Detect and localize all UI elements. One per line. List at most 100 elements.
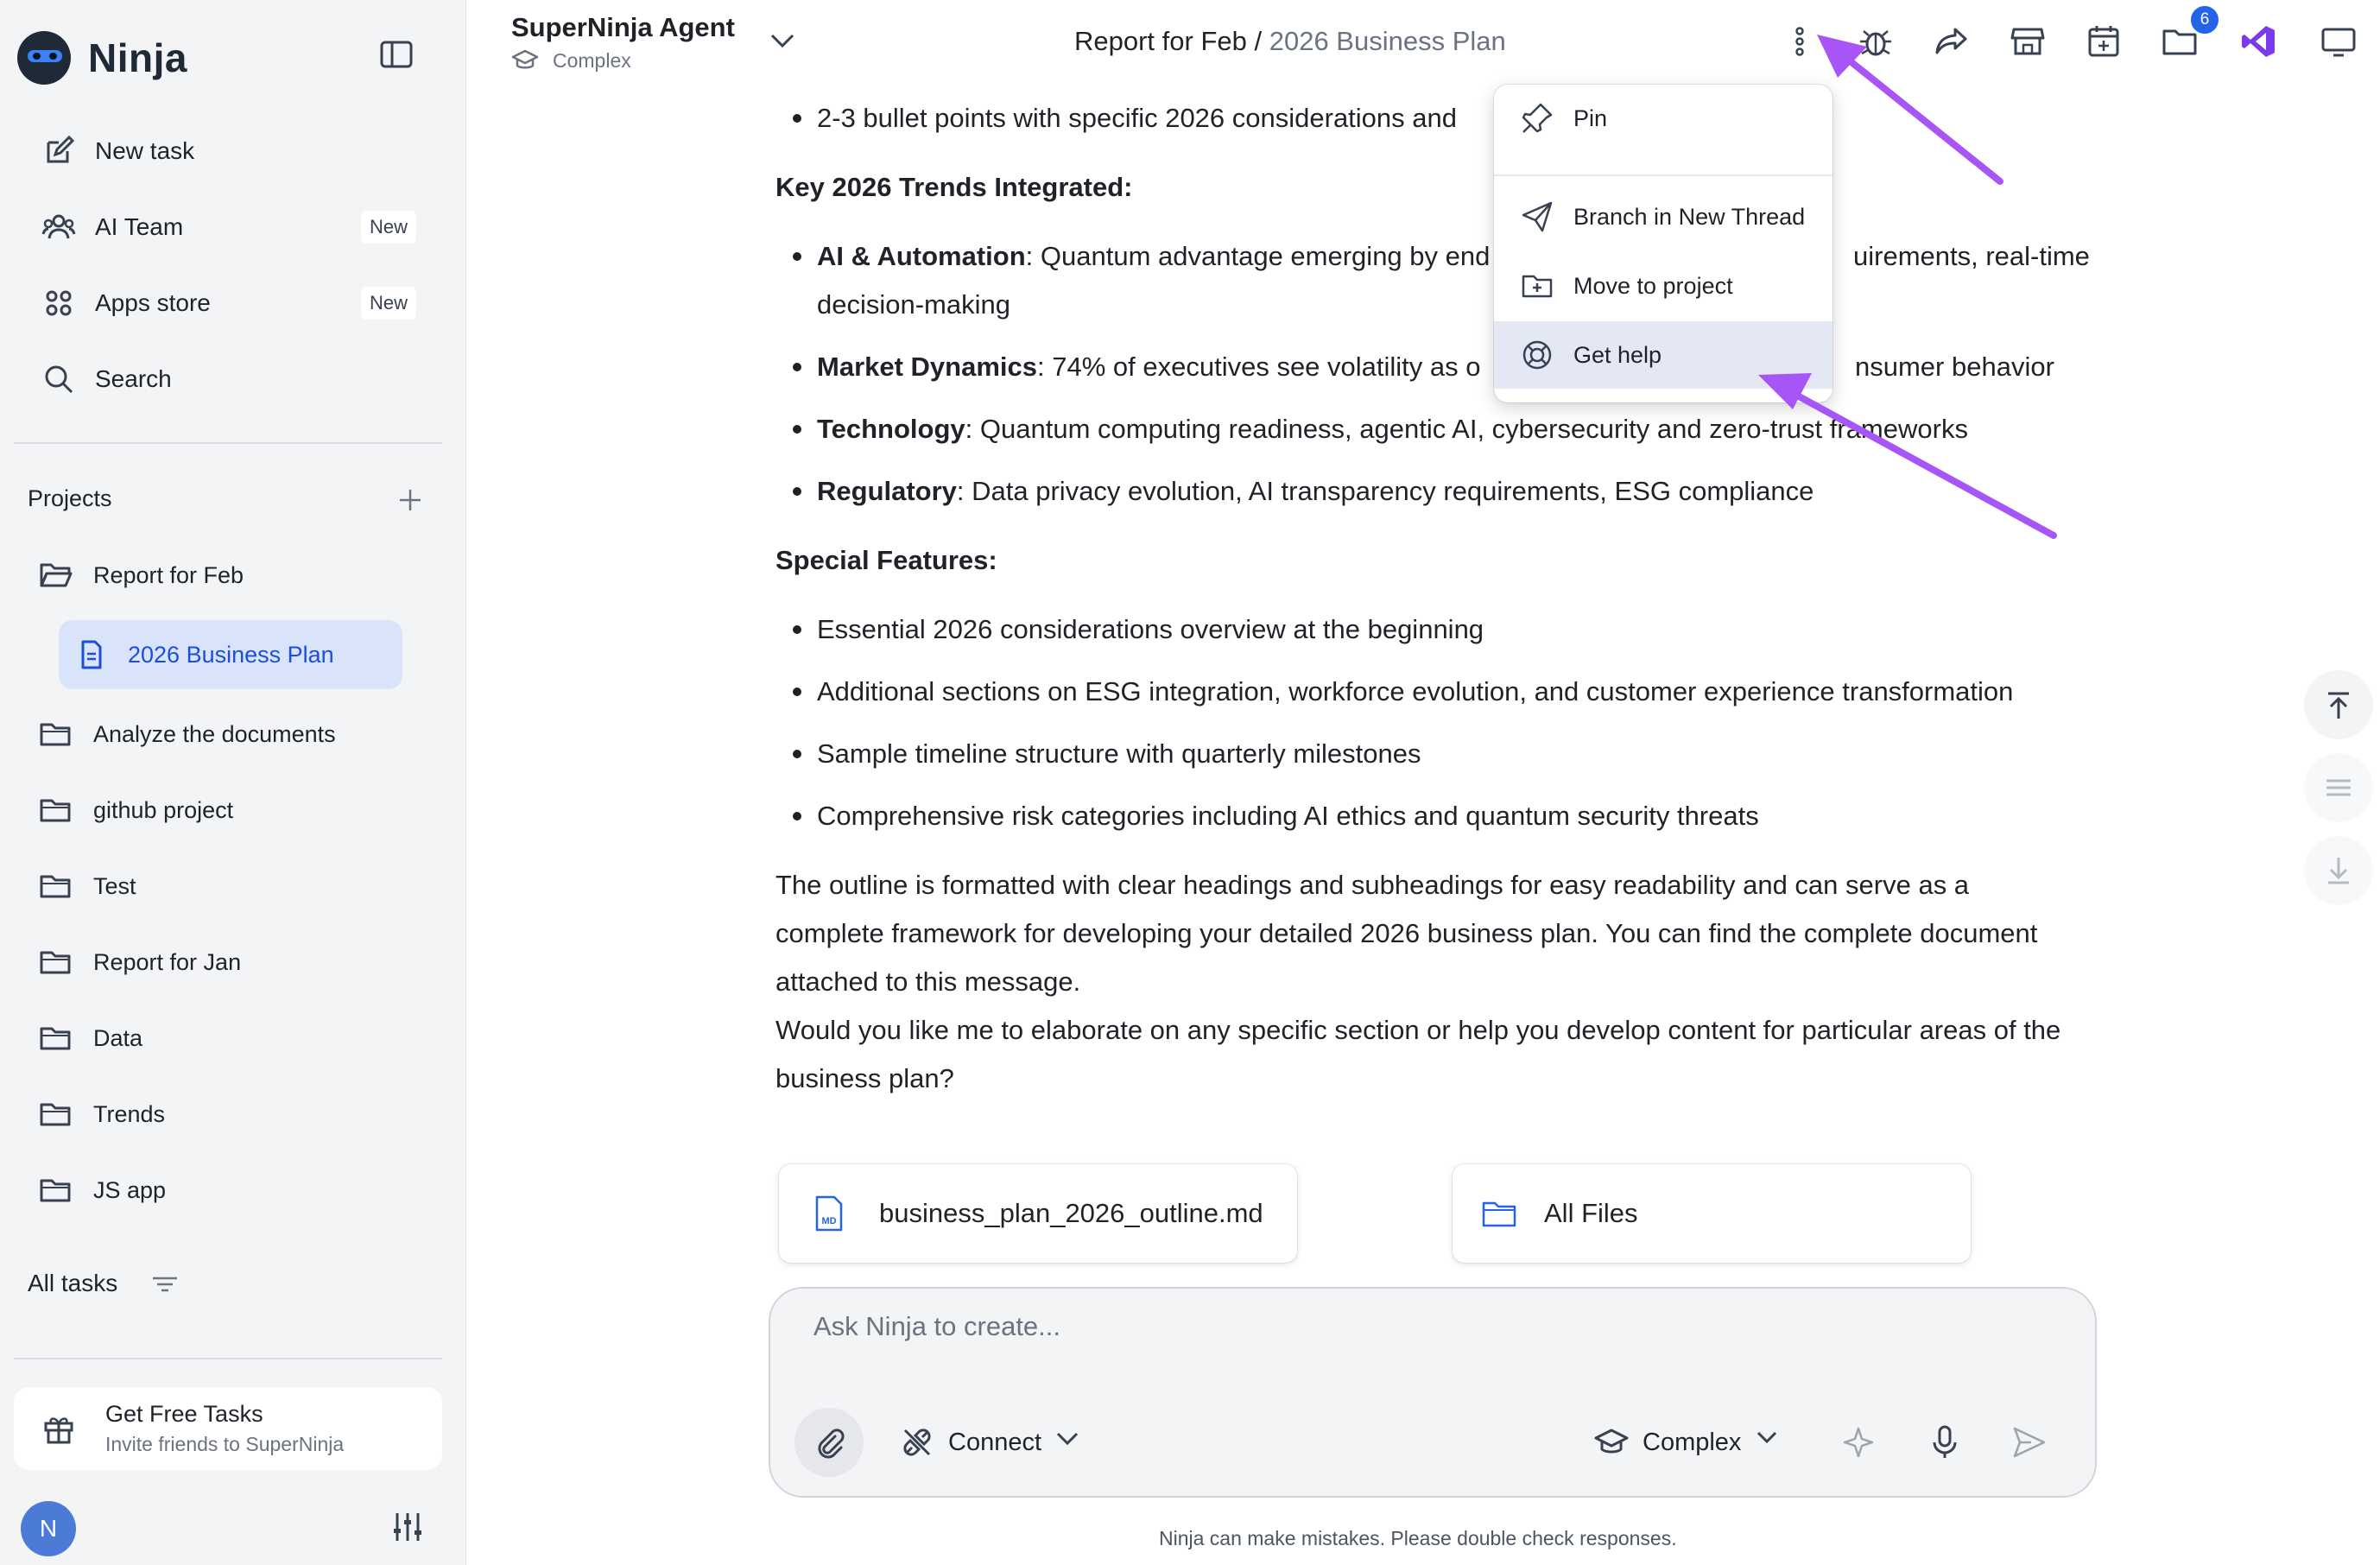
bullet-text: 2-3 bullet points with specific 2026 con… [817,103,1458,133]
all-files-card[interactable]: All Files [1453,1164,1971,1263]
scroll-bottom-button[interactable] [2304,836,2373,905]
project-analyze-the-documents[interactable]: Analyze the documents [17,700,425,769]
sidebar: Ninja New task AI Team New Apps store Ne… [0,0,466,1565]
settings-sliders-icon[interactable] [390,1510,425,1544]
menu-item-get-help[interactable]: Get help [1494,321,1832,389]
team-icon [41,210,76,244]
agent-mode: Complex [511,48,631,73]
logo[interactable]: Ninja [17,28,187,88]
paragraph-line: complete framework for developing your d… [775,918,2038,948]
project-2026-business-plan[interactable]: 2026 Business Plan [59,620,402,689]
agent-name[interactable]: SuperNinja Agent [511,12,735,43]
free-tasks-subtitle: Invite friends to SuperNinja [105,1433,345,1455]
markdown-file-icon: MD [810,1194,848,1232]
composer-input[interactable]: Ask Ninja to create... [813,1311,1060,1342]
trend-item-wrap: decision-making [817,289,1010,320]
project-trends[interactable]: Trends [17,1080,425,1149]
project-label: Test [93,872,136,899]
more-vertical-icon[interactable] [1781,22,1819,60]
graduation-cap-icon [511,48,539,73]
trend-item: Market Dynamics: 74% of executives see v… [817,352,1481,382]
scroll-top-button[interactable] [2304,670,2373,739]
pin-icon [1520,101,1554,136]
projects-heading: Projects [28,485,112,511]
feature-item: Essential 2026 considerations overview a… [817,614,1484,644]
new-badge: New [360,211,416,244]
microphone-icon[interactable] [1926,1423,1964,1461]
nav-new-task[interactable]: New task [17,121,425,181]
bullet [793,487,801,496]
logo-text: Ninja [88,35,187,80]
folder-icon [38,1097,73,1131]
send-icon[interactable] [2010,1423,2048,1461]
monitor-icon[interactable] [2320,22,2358,60]
trend-item-continued: nsumer behavior [1855,352,2054,382]
paperclip-icon [812,1425,846,1460]
outline-button[interactable] [2304,753,2373,822]
nav-ai-team[interactable]: AI Team New [17,197,425,257]
attach-button[interactable] [794,1408,864,1477]
bullet [793,750,801,758]
folder-icon [38,1021,73,1055]
filter-icon[interactable] [150,1271,180,1297]
nav-label: Apps store [95,289,211,316]
mode-selector[interactable]: Complex [1594,1425,1788,1460]
arrow-up-to-line-icon [2321,687,2356,722]
connect-label: Connect [948,1428,1042,1456]
disclaimer-text: Ninja can make mistakes. Please double c… [1159,1527,1677,1549]
agent-mode-label: Complex [553,48,631,72]
calendar-add-icon[interactable] [2085,22,2123,60]
menu-item-branch[interactable]: Branch in New Thread [1494,183,1832,250]
breadcrumb-separator: / [1246,26,1269,56]
share-icon[interactable] [1933,22,1971,60]
project-report-for-jan[interactable]: Report for Jan [17,928,425,997]
nav-search[interactable]: Search [17,349,425,409]
folder-icon [38,717,73,751]
store-icon[interactable] [2009,22,2047,60]
sidebar-toggle-icon[interactable] [378,38,416,73]
chat-composer[interactable]: Ask Ninja to create... Connect Complex [769,1287,2097,1498]
all-tasks-link[interactable]: All tasks [28,1270,117,1297]
svg-text:MD: MD [821,1216,836,1226]
breadcrumb-parent[interactable]: Report for Feb [1074,26,1247,56]
avatar[interactable]: N [21,1501,76,1556]
trend-item: AI & Automation: Quantum advantage emerg… [817,241,1491,271]
bullet [793,812,801,821]
arrow-down-to-line-icon [2321,853,2356,888]
paragraph-line: Would you like me to elaborate on any sp… [775,1015,2061,1045]
nav-apps-store[interactable]: Apps store New [17,273,425,333]
nav-label: Search [95,365,172,392]
bug-icon[interactable] [1857,22,1895,60]
add-project-icon[interactable] [396,485,425,515]
project-js-app[interactable]: JS app [17,1156,425,1225]
annotation-arrow-menu [1817,35,2003,185]
project-github-project[interactable]: github project [17,776,425,845]
project-label: Report for Feb [93,561,244,588]
feature-item: Sample timeline structure with quarterly… [817,738,1421,769]
feature-item: Comprehensive risk categories including … [817,801,1759,831]
project-label: Data [93,1024,143,1051]
project-test[interactable]: Test [17,852,425,921]
folder-icon [38,869,73,903]
menu-item-pin[interactable]: Pin [1494,85,1832,152]
project-report-for-feb[interactable]: Report for Feb [17,541,425,610]
bullet [793,252,801,261]
all-files-label: All Files [1544,1198,1638,1228]
menu-item-move-to-project[interactable]: Move to project [1494,252,1832,320]
vscode-icon[interactable] [2240,22,2278,60]
paragraph-line: business plan? [775,1063,954,1093]
project-data[interactable]: Data [17,1004,425,1073]
folder-icon [38,793,73,827]
breadcrumb-current: 2026 Business Plan [1269,26,1506,56]
chevron-down-icon[interactable] [765,26,800,55]
feature-item: Additional sections on ESG integration, … [817,676,2014,706]
sparkle-icon[interactable] [1841,1423,1879,1461]
menu-lines-icon [2321,770,2356,805]
plug-disconnect-icon [900,1425,934,1460]
trend-item: Technology: Quantum computing readiness,… [817,414,1968,444]
mode-label: Complex [1643,1428,1742,1456]
get-free-tasks-card[interactable]: Get Free Tasks Invite friends to SuperNi… [14,1387,442,1470]
connect-button[interactable]: Connect [900,1425,1100,1460]
nav-label: AI Team [95,213,184,240]
file-attachment-card[interactable]: MD business_plan_2026_outline.md [779,1164,1297,1263]
